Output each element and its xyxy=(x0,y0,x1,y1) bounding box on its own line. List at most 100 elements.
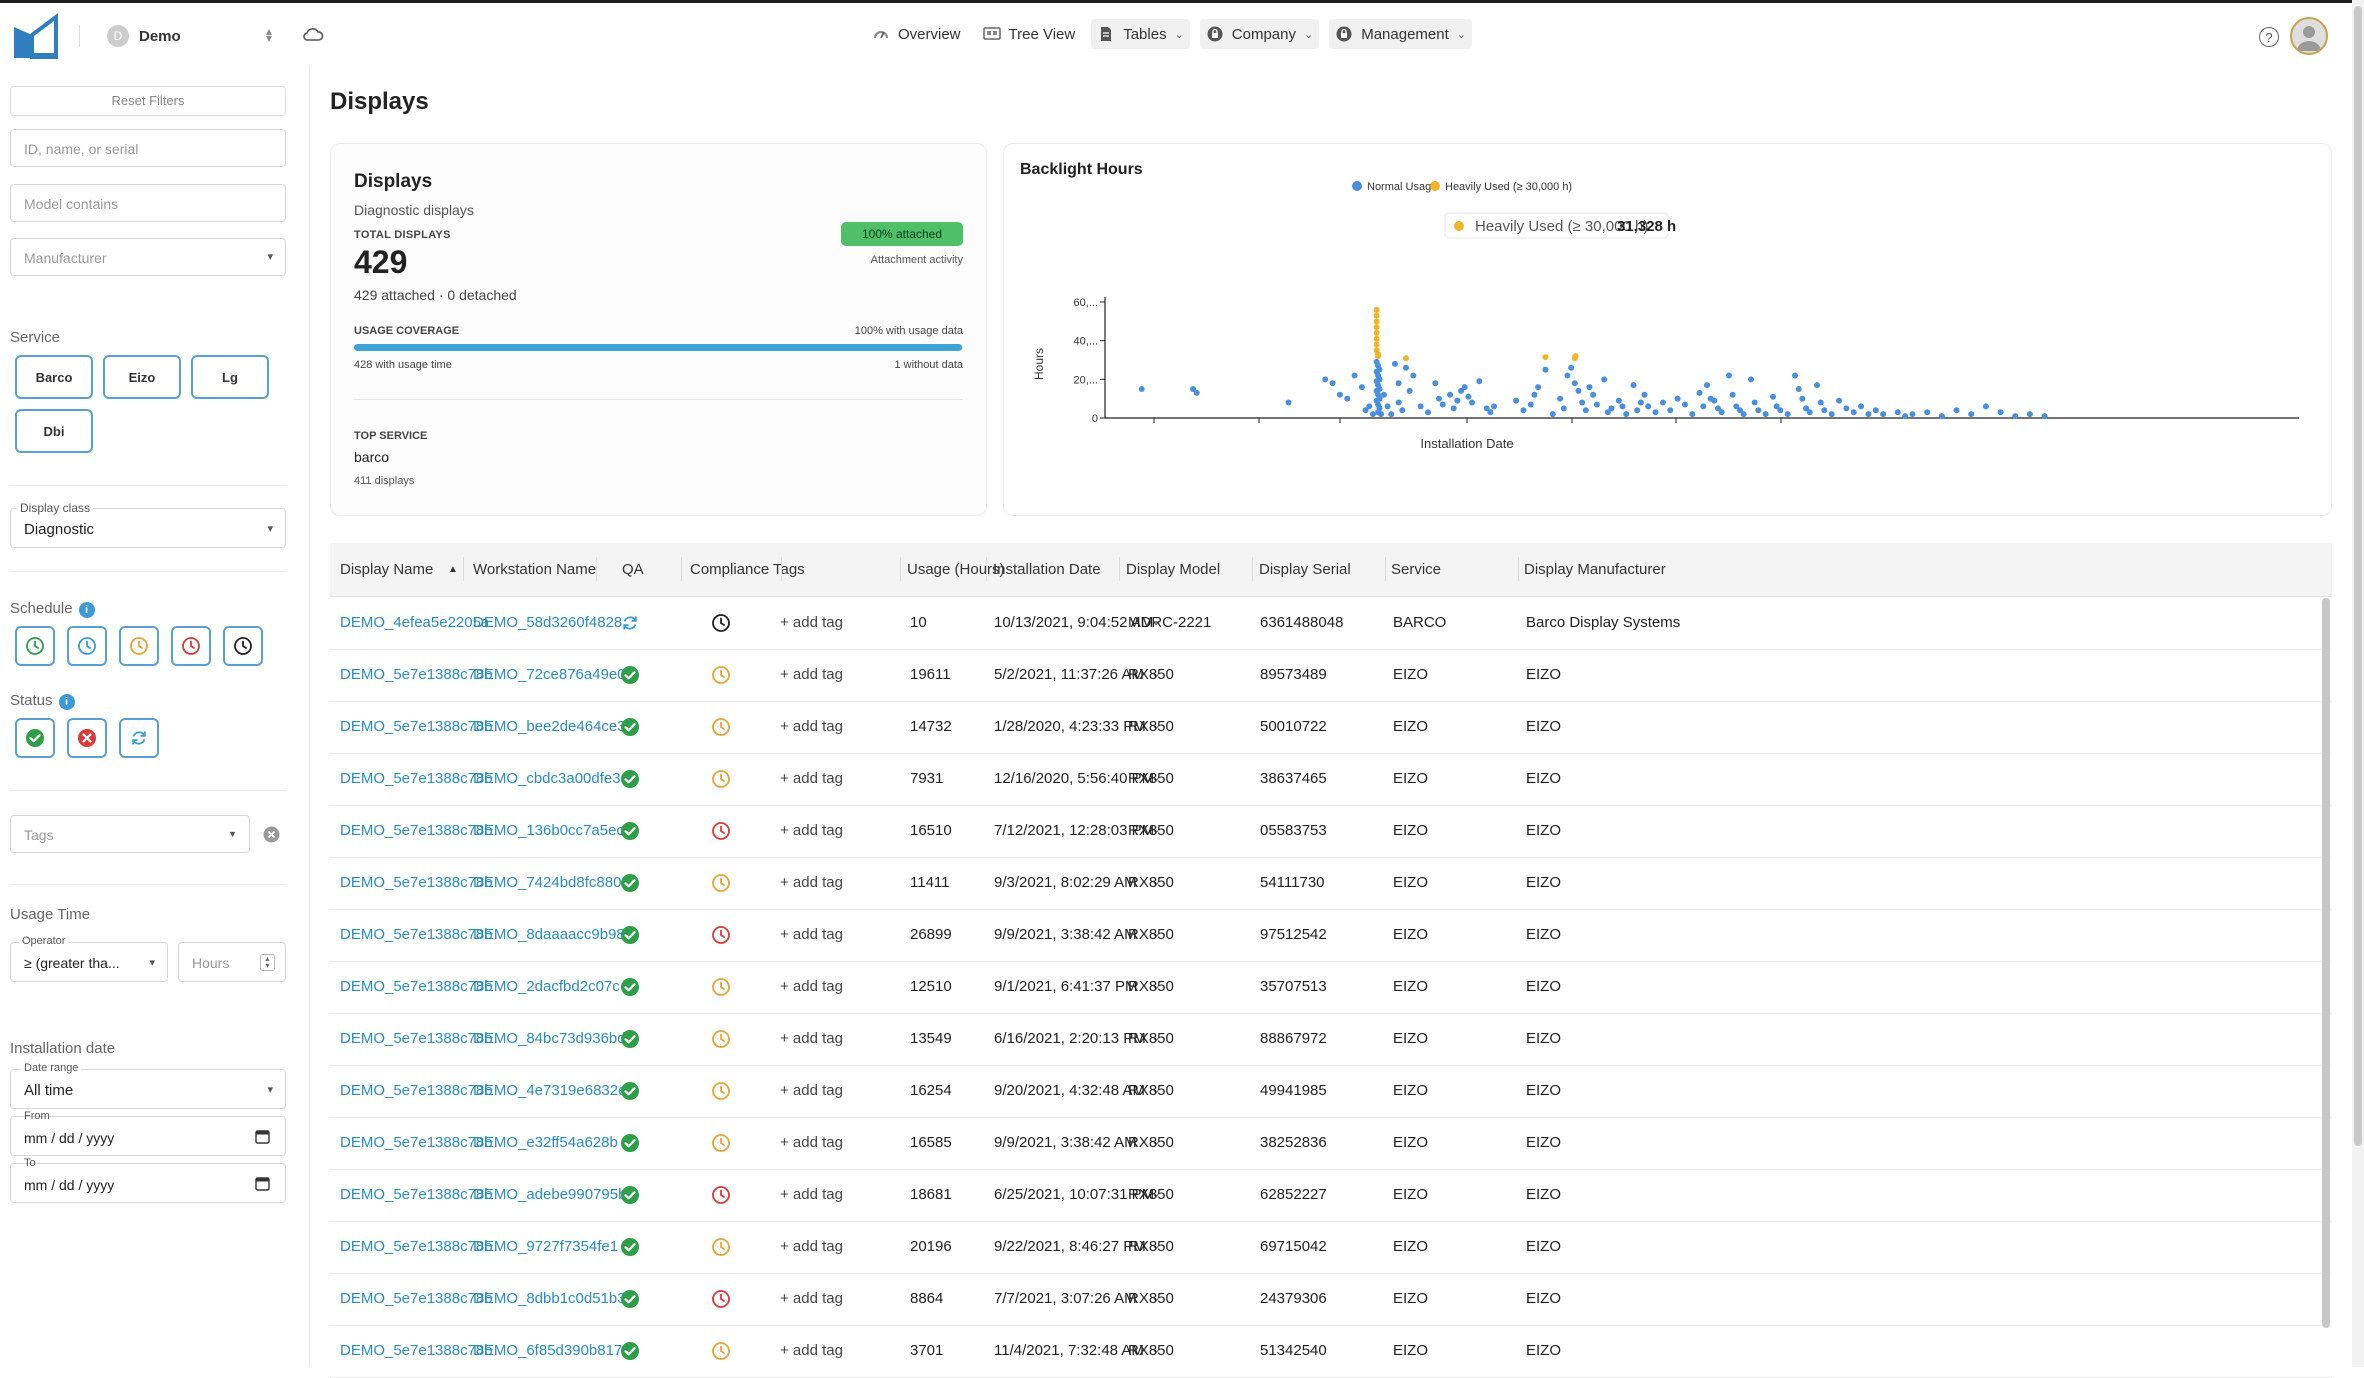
add-tag-button[interactable]: + add tag xyxy=(780,1082,843,1099)
nav-overview[interactable]: Overview xyxy=(866,19,967,49)
display-name-link[interactable]: DEMO_5e7e1388c78b xyxy=(340,1186,493,1203)
add-tag-button[interactable]: + add tag xyxy=(780,1342,843,1359)
page-scrollbar-thumb[interactable] xyxy=(2354,6,2362,1146)
column-separator[interactable] xyxy=(463,557,464,581)
add-tag-button[interactable]: + add tag xyxy=(780,978,843,995)
compliance-status[interactable] xyxy=(711,821,731,845)
status-passed-filter-button[interactable] xyxy=(15,718,55,758)
table-scrollbar[interactable] xyxy=(2322,598,2330,1328)
display-name-link[interactable]: DEMO_5e7e1388c78b xyxy=(340,1030,493,1047)
add-tag-button[interactable]: + add tag xyxy=(780,1238,843,1255)
workstation-name-link[interactable]: DEMO_4e7319e6832e xyxy=(473,1082,626,1099)
add-tag-button[interactable]: + add tag xyxy=(780,614,843,631)
workstation-name-link[interactable]: DEMO_e32ff54a628b xyxy=(473,1134,618,1151)
add-tag-button[interactable]: + add tag xyxy=(780,1290,843,1307)
operator-select[interactable]: Operator ≥ (greater tha... ▾ xyxy=(10,935,168,982)
column-header-usage-hours[interactable]: Usage (Hours) xyxy=(907,561,1005,578)
display-name-link[interactable]: DEMO_5e7e1388c78b xyxy=(340,718,493,735)
table-row[interactable]: DEMO_5e7e1388c78b DEMO_84bc73d936bd + add … xyxy=(330,1014,2332,1066)
workstation-name-link[interactable]: DEMO_6f85d390b817 xyxy=(473,1342,622,1359)
column-header-display-name[interactable]: Display Name xyxy=(340,561,433,578)
column-separator[interactable] xyxy=(681,557,682,581)
display-name-link[interactable]: DEMO_5e7e1388c78b xyxy=(340,822,493,839)
compliance-status[interactable] xyxy=(711,717,731,741)
workstation-name-link[interactable]: DEMO_72ce876a49e0 xyxy=(473,666,626,683)
qa-status[interactable] xyxy=(620,613,640,637)
service-eizo-button[interactable]: Eizo xyxy=(103,355,181,399)
reset-filters-button[interactable]: Reset Filters xyxy=(10,86,286,116)
sort-ascending-icon[interactable]: ▲ xyxy=(448,564,458,575)
workstation-name-link[interactable]: DEMO_7424bd8fc880 xyxy=(473,874,621,891)
table-row[interactable]: DEMO_5e7e1388c78b DEMO_2dacfbd2c07c + add … xyxy=(330,962,2332,1014)
stepper-icon[interactable]: ▴ ▾ xyxy=(260,954,275,971)
workstation-name-link[interactable]: DEMO_2dacfbd2c07c xyxy=(473,978,620,995)
display-name-link[interactable]: DEMO_4efea5e2205a xyxy=(340,614,489,631)
column-header-tags[interactable]: Tags xyxy=(773,561,805,578)
column-header-service[interactable]: Service xyxy=(1391,561,1441,578)
workstation-name-link[interactable]: DEMO_136b0cc7a5ec xyxy=(473,822,624,839)
model-input[interactable]: Model contains xyxy=(10,184,286,222)
schedule-ok-filter-button[interactable] xyxy=(15,626,55,666)
table-row[interactable]: DEMO_5e7e1388c78b DEMO_6f85d390b817 + add … xyxy=(330,1326,2332,1378)
clear-tags-icon[interactable] xyxy=(263,826,280,843)
display-name-link[interactable]: DEMO_5e7e1388c78b xyxy=(340,1342,493,1359)
user-avatar[interactable] xyxy=(2290,17,2328,55)
workstation-name-link[interactable]: DEMO_58d3260f4828 xyxy=(473,614,622,631)
schedule-pending-filter-button[interactable] xyxy=(67,626,107,666)
org-switcher-chevron-icon[interactable]: ▴ ▾ xyxy=(266,25,272,44)
column-header-compliance[interactable]: Compliance xyxy=(690,561,769,578)
add-tag-button[interactable]: + add tag xyxy=(780,926,843,943)
table-row[interactable]: DEMO_5e7e1388c78b DEMO_7424bd8fc880 + add … xyxy=(330,858,2332,910)
add-tag-button[interactable]: + add tag xyxy=(780,1134,843,1151)
display-name-link[interactable]: DEMO_5e7e1388c78b xyxy=(340,1134,493,1151)
add-tag-button[interactable]: + add tag xyxy=(780,718,843,735)
table-row[interactable]: DEMO_5e7e1388c78b DEMO_9727f7354fe1 + add … xyxy=(330,1222,2332,1274)
workstation-name-link[interactable]: DEMO_8daaaacc9b98 xyxy=(473,926,625,943)
workstation-name-link[interactable]: DEMO_9727f7354fe1 xyxy=(473,1238,618,1255)
date-range-select[interactable]: Date range All time ▾ xyxy=(10,1062,286,1109)
compliance-status[interactable] xyxy=(711,977,731,1001)
compliance-status[interactable] xyxy=(711,665,731,689)
nav-company[interactable]: Company ⌄ xyxy=(1199,19,1320,49)
column-separator[interactable] xyxy=(1385,557,1386,581)
column-separator[interactable] xyxy=(1252,557,1253,581)
qa-status[interactable] xyxy=(620,1237,640,1261)
display-class-select[interactable]: Display class Diagnostic ▾ xyxy=(10,501,286,548)
column-header-installation-date[interactable]: Installation Date xyxy=(993,561,1101,578)
org-switcher[interactable]: D Demo xyxy=(107,25,181,47)
search-input[interactable]: ID, name, or serial xyxy=(10,129,286,167)
table-row[interactable]: DEMO_5e7e1388c78b DEMO_bee2de464ce3 + add … xyxy=(330,702,2332,754)
qa-status[interactable] xyxy=(620,1185,640,1209)
column-header-workstation-name[interactable]: Workstation Name xyxy=(473,561,596,578)
qa-status[interactable] xyxy=(620,1341,640,1365)
add-tag-button[interactable]: + add tag xyxy=(780,1186,843,1203)
table-row[interactable]: DEMO_5e7e1388c78b DEMO_adebe990795b + add … xyxy=(330,1170,2332,1222)
qa-status[interactable] xyxy=(620,1081,640,1105)
manufacturer-select[interactable]: Manufacturer ▾ xyxy=(10,238,286,276)
compliance-status[interactable] xyxy=(711,1185,731,1209)
add-tag-button[interactable]: + add tag xyxy=(780,874,843,891)
service-dbi-button[interactable]: Dbi xyxy=(15,409,93,453)
nav-tables[interactable]: Tables ⌄ xyxy=(1091,19,1190,49)
qa-status[interactable] xyxy=(620,1289,640,1313)
qa-status[interactable] xyxy=(620,821,640,845)
info-icon[interactable]: i xyxy=(58,694,75,710)
add-tag-button[interactable]: + add tag xyxy=(780,822,843,839)
column-separator[interactable] xyxy=(1119,557,1120,581)
qa-status[interactable] xyxy=(620,1029,640,1053)
compliance-status[interactable] xyxy=(711,1289,731,1313)
table-row[interactable]: DEMO_5e7e1388c78b DEMO_8dbb1c0d51b3 + add … xyxy=(330,1274,2332,1326)
nav-management[interactable]: Management ⌄ xyxy=(1329,19,1472,49)
hours-input[interactable]: Hours ▴ ▾ xyxy=(178,942,286,982)
schedule-none-filter-button[interactable] xyxy=(223,626,263,666)
add-tag-button[interactable]: + add tag xyxy=(780,666,843,683)
tags-select[interactable]: Tags ▼ xyxy=(10,815,250,853)
display-name-link[interactable]: DEMO_5e7e1388c78b xyxy=(340,874,493,891)
calendar-icon[interactable] xyxy=(255,1176,270,1191)
qa-status[interactable] xyxy=(620,873,640,897)
column-separator[interactable] xyxy=(596,557,597,581)
display-name-link[interactable]: DEMO_5e7e1388c78b xyxy=(340,1238,493,1255)
table-row[interactable]: DEMO_5e7e1388c78b DEMO_cbdc3a00dfe3 + add … xyxy=(330,754,2332,806)
status-syncing-filter-button[interactable] xyxy=(119,718,159,758)
column-header-qa[interactable]: QA xyxy=(622,561,644,578)
